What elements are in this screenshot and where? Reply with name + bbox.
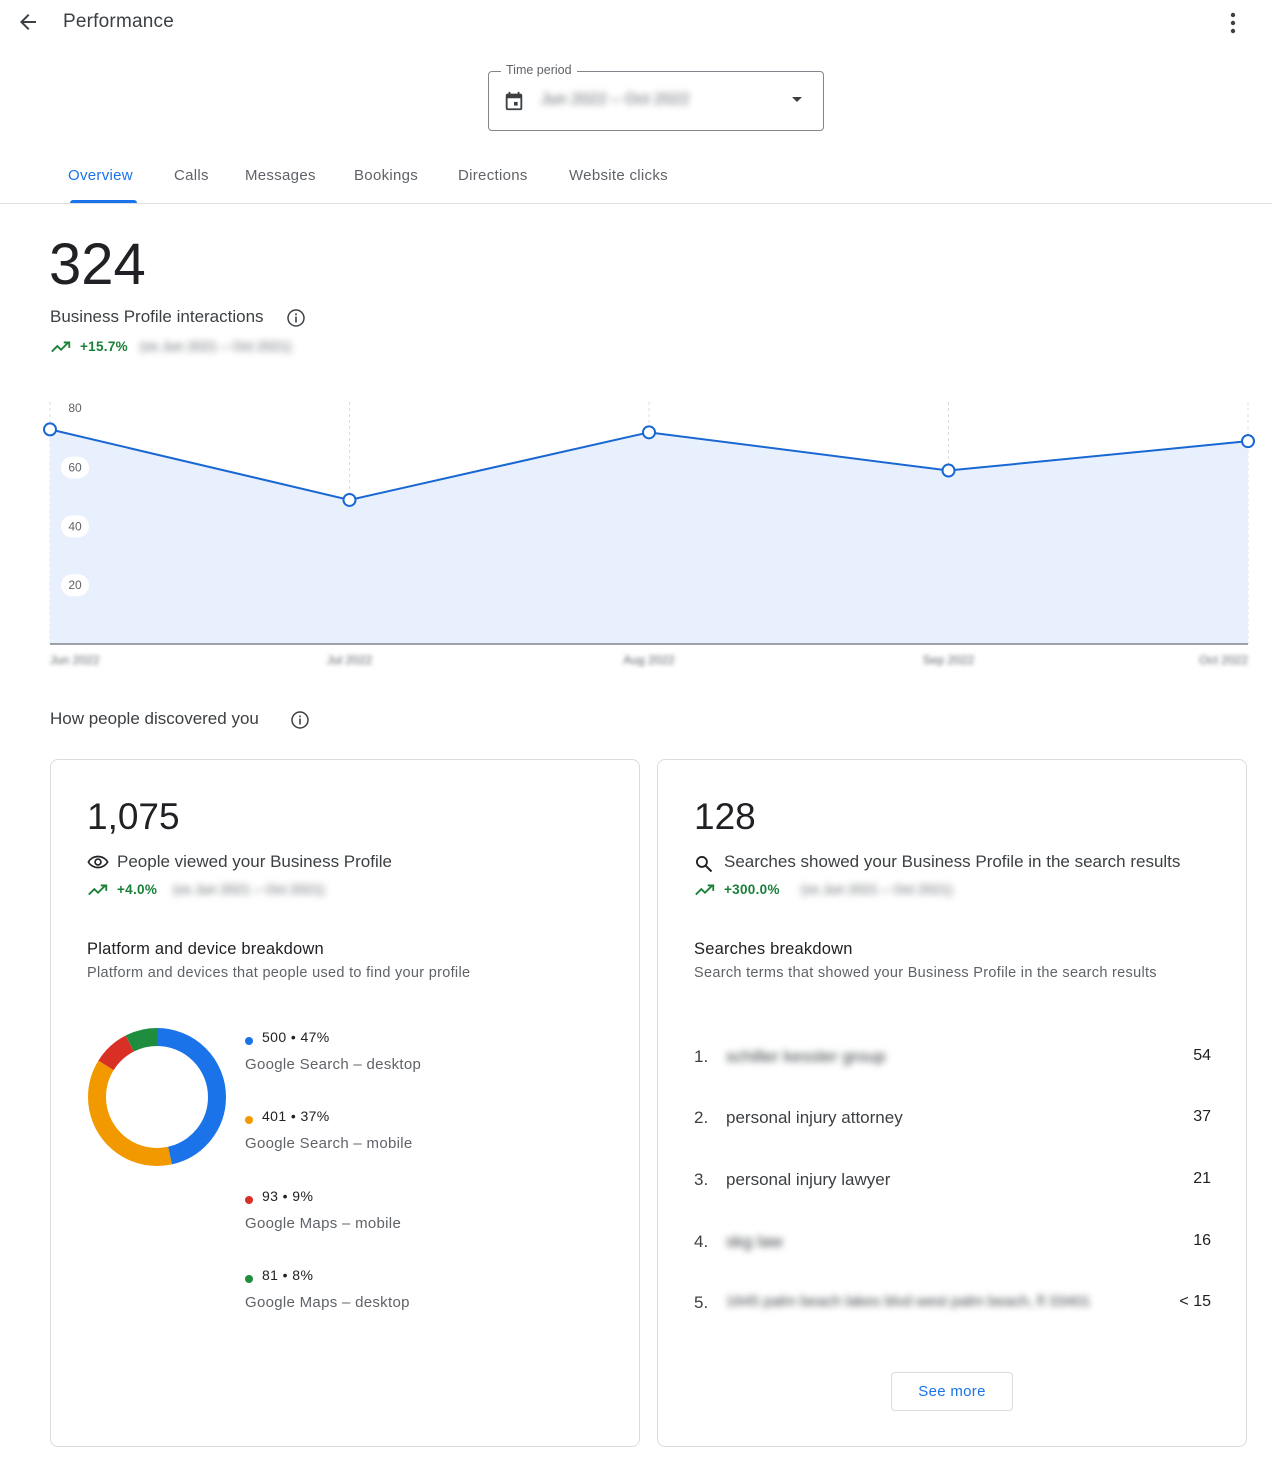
y-tick-label: 40 (68, 519, 82, 533)
discovered-section-title: How people discovered you (50, 709, 259, 728)
chart-data-point[interactable] (642, 425, 656, 440)
search-count: 37 (1193, 1108, 1211, 1125)
trending-up-icon (695, 884, 715, 896)
chart-data-point[interactable] (1241, 434, 1255, 449)
tab-bar: Overview Calls Messages Bookings Directi… (0, 152, 1272, 204)
views-label: People viewed your Business Profile (117, 852, 392, 871)
y-tick-label: 80 (68, 401, 82, 415)
platform-breakdown-description: Platform and devices that people used to… (87, 965, 471, 981)
searches-card: 128 Searches showed your Business Profil… (657, 759, 1247, 1447)
search-term-row: 4. skg law 16 (694, 1232, 1211, 1256)
search-term: personal injury attorney (726, 1108, 903, 1127)
y-tick: 80 (68, 401, 82, 415)
search-icon (696, 856, 713, 873)
searches-total: 128 (694, 796, 756, 837)
interactions-change: +15.7% (80, 339, 128, 354)
time-period-value: Jun 2022 – Oct 2022 (541, 91, 690, 108)
legend-color-dot (245, 1037, 253, 1045)
search-count: 21 (1193, 1170, 1211, 1187)
see-more-button[interactable]: See more (891, 1372, 1013, 1411)
tab-bookings[interactable]: Bookings (354, 167, 418, 184)
search-rank: 5. (694, 1293, 709, 1312)
y-tick: 40 (61, 515, 89, 538)
search-count: 54 (1193, 1047, 1211, 1064)
legend-label: Google Search – desktop (245, 1056, 422, 1073)
legend-value: 500 • 47% (262, 1029, 330, 1045)
more-options-button[interactable] (1222, 10, 1244, 36)
legend-label: Google Search – mobile (245, 1135, 413, 1152)
views-comparison: (vs Jun 2021 – Oct 2021) (173, 882, 325, 897)
tab-calls[interactable]: Calls (174, 167, 209, 184)
calendar-icon (505, 91, 523, 111)
searches-label: Searches showed your Business Profile in… (724, 852, 1181, 871)
x-tick-label: Oct 2022 (1199, 653, 1248, 667)
back-button[interactable] (14, 8, 42, 36)
legend-color-dot (245, 1196, 253, 1204)
eye-icon (87, 855, 109, 869)
time-period-label: Time period (501, 63, 577, 77)
search-term-row: 5. 1645 palm beach lakes blvd west palm … (694, 1293, 1211, 1317)
tab-messages[interactable]: Messages (245, 167, 316, 184)
searches-breakdown-description: Search terms that showed your Business P… (694, 965, 1157, 981)
platform-breakdown-title: Platform and device breakdown (87, 940, 324, 958)
platform-donut-chart (88, 1028, 226, 1166)
search-term: skg law (726, 1232, 783, 1251)
interactions-total: 324 (49, 232, 146, 297)
search-rank: 2. (694, 1108, 709, 1127)
search-rank: 3. (694, 1170, 709, 1189)
time-period-select[interactable]: Time period Jun 2022 – Oct 2022 (488, 63, 824, 131)
views-change: +4.0% (117, 882, 158, 897)
search-term-row: 2. personal injury attorney 37 (694, 1108, 1211, 1132)
y-tick: 60 (61, 456, 89, 479)
legend-value: 93 • 9% (262, 1188, 314, 1204)
trending-up-icon (51, 341, 71, 353)
interactions-chart: 20 40 60 80 Jun 2022 Jul 2022 Aug 2022 Sep 202… (43, 401, 1255, 667)
searches-change: +300.0% (724, 882, 780, 897)
views-total: 1,075 (87, 796, 180, 837)
chart-data-point[interactable] (941, 463, 956, 478)
y-tick-label: 60 (68, 461, 82, 475)
page-title: Performance (63, 11, 174, 32)
search-term-row: 3. personal injury lawyer 21 (694, 1170, 1211, 1194)
legend-color-dot (245, 1116, 253, 1124)
search-term: personal injury lawyer (726, 1170, 891, 1189)
searches-breakdown-title: Searches breakdown (694, 940, 853, 958)
tab-directions[interactable]: Directions (458, 167, 528, 184)
legend-color-dot (245, 1275, 253, 1283)
legend-value: 81 • 8% (262, 1267, 314, 1283)
arrow-back-icon (20, 14, 36, 30)
y-tick-label: 20 (68, 578, 82, 592)
active-tab-indicator (70, 200, 137, 203)
legend-value: 401 • 37% (262, 1108, 330, 1124)
profile-views-card: 1,075 People viewed your Business Profil… (50, 759, 640, 1447)
search-term-row: 1. schiller kessler group 54 (694, 1047, 1211, 1071)
trending-up-icon (88, 884, 108, 896)
x-tick-label: Jun 2022 (50, 653, 100, 667)
info-icon[interactable] (290, 710, 310, 730)
y-tick: 20 (61, 574, 89, 597)
search-rank: 1. (694, 1047, 709, 1066)
search-count: 16 (1193, 1232, 1211, 1249)
dropdown-arrow-icon (792, 97, 802, 102)
info-icon[interactable] (286, 308, 306, 328)
interactions-label: Business Profile interactions (50, 307, 264, 326)
interactions-comparison: (vs Jun 2021 – Oct 2021) (140, 339, 292, 354)
x-tick-label: Sep 2022 (923, 653, 975, 667)
search-rank: 4. (694, 1232, 709, 1251)
searches-comparison: (vs Jun 2021 – Oct 2021) (801, 882, 953, 897)
chart-area-fill (50, 429, 1248, 644)
x-tick-label: Aug 2022 (623, 653, 675, 667)
more-vert-icon (1230, 12, 1236, 34)
search-term: 1645 palm beach lakes blvd west palm bea… (726, 1293, 1091, 1310)
x-tick-label: Jul 2022 (327, 653, 373, 667)
chart-data-point[interactable] (43, 422, 57, 437)
search-term: schiller kessler group (726, 1047, 886, 1066)
tab-overview[interactable]: Overview (68, 167, 133, 184)
search-count: < 15 (1179, 1293, 1211, 1310)
legend-label: Google Maps – mobile (245, 1215, 402, 1232)
chart-data-point[interactable] (342, 492, 357, 507)
tab-website-clicks[interactable]: Website clicks (569, 167, 668, 184)
legend-label: Google Maps – desktop (245, 1294, 410, 1311)
